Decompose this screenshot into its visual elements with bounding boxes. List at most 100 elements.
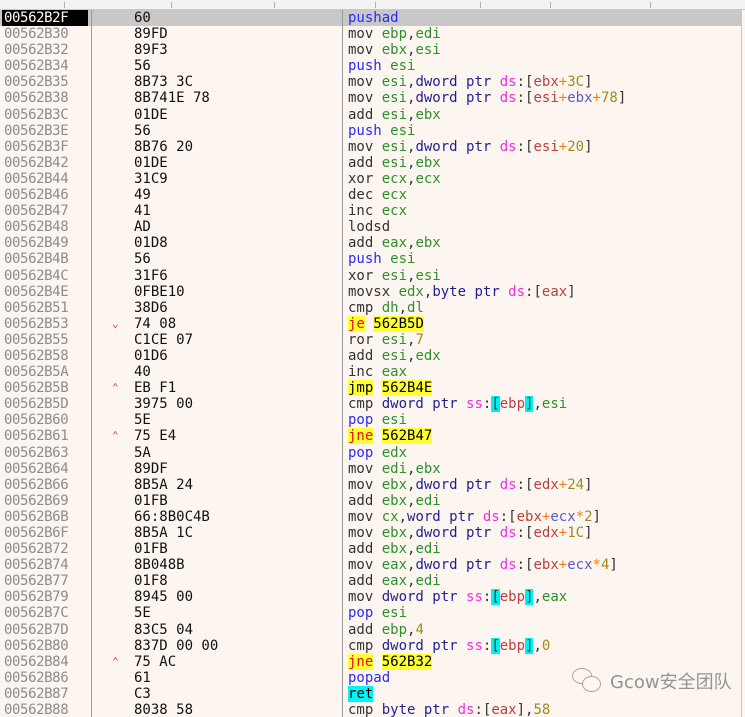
address-cell[interactable]: 00562B5B [4,380,90,396]
instruction-cell[interactable]: add ebx,edi [348,493,741,509]
column-resize-handle[interactable] [375,2,376,8]
disasm-row[interactable]: 00562B77 01F8 add eax,edi [0,573,741,589]
bytes-cell[interactable]: AD [134,219,334,235]
bytes-cell[interactable]: 5E [134,605,334,621]
address-cell[interactable]: 00562B2F [2,10,88,26]
instruction-cell[interactable]: mov cx,word ptr ds:[ebx+ecx*2] [348,509,741,525]
address-cell[interactable]: 00562B66 [4,477,90,493]
instruction-cell[interactable]: pop edx [348,445,741,461]
bytes-cell[interactable]: 89FD [134,26,334,42]
bytes-cell[interactable]: 49 [134,187,334,203]
instruction-cell[interactable]: xor ecx,ecx [348,171,741,187]
instruction-cell[interactable]: cmp byte ptr ds:[eax],58 [348,702,741,717]
address-cell[interactable]: 00562B4E [4,284,90,300]
bytes-cell[interactable]: 56 [134,251,334,267]
instruction-cell[interactable]: mov ebp,edi [348,26,741,42]
bytes-cell[interactable]: 01FB [134,541,334,557]
address-cell[interactable]: 00562B44 [4,171,90,187]
bytes-cell[interactable]: 83C5 04 [134,622,334,638]
instruction-cell[interactable]: add eax,ebx [348,235,741,251]
address-cell[interactable]: 00562B7C [4,605,90,621]
column-resize-handle[interactable] [650,2,651,8]
bytes-cell[interactable]: 8945 00 [134,589,334,605]
instruction-cell[interactable]: je 562B5D [348,315,741,332]
jump-target[interactable]: 562B32 [381,653,433,670]
disasm-row[interactable]: 00562B34 56 push esi [0,58,741,74]
instruction-cell[interactable]: lodsd [348,219,741,235]
disasm-row[interactable]: 00562B46 49 dec ecx [0,187,741,203]
address-cell[interactable]: 00562B4B [4,251,90,267]
disasm-row[interactable]: 00562B88 8038 58 cmp byte ptr ds:[eax],58 [0,702,741,717]
disasm-row[interactable]: 00562B4C 31F6 xor esi,esi [0,268,741,284]
disasm-row[interactable]: 00562B58 01D6 add esi,edx [0,348,741,364]
instruction-cell[interactable]: cmp dword ptr ss:[ebp],esi [348,396,741,413]
bytes-cell[interactable]: 75 AC [134,654,334,670]
instruction-cell[interactable]: mov esi,dword ptr ds:[ebx+3C] [348,74,741,90]
disasm-row[interactable]: 00562B55 C1CE 07 ror esi,7 [0,332,741,348]
instruction-cell[interactable]: dec ecx [348,187,741,203]
bytes-cell[interactable]: 40 [134,364,334,380]
instruction-cell[interactable]: jne 562B47 [348,428,741,445]
address-cell[interactable]: 00562B60 [4,412,90,428]
address-cell[interactable]: 00562B3E [4,123,90,139]
instruction-cell[interactable]: ror esi,7 [348,332,741,348]
address-cell[interactable]: 00562B35 [4,74,90,90]
jump-target[interactable]: 562B5D [373,315,424,332]
bytes-cell[interactable]: 75 E4 [134,428,334,444]
address-cell[interactable]: 00562B63 [4,445,90,461]
address-cell[interactable]: 00562B3C [4,107,90,123]
instruction-cell[interactable]: mov edi,ebx [348,461,741,477]
disasm-row[interactable]: 00562B74 8B048B mov eax,dword ptr ds:[ebx+… [0,557,741,573]
address-cell[interactable]: 00562B58 [4,348,90,364]
bytes-cell[interactable]: 56 [134,58,334,74]
disasm-row[interactable]: 00562B4E 0FBE10 movsx edx,byte ptr ds:[eax… [0,284,741,300]
bytes-cell[interactable]: 38D6 [134,300,334,316]
address-cell[interactable]: 00562B64 [4,461,90,477]
disasm-row[interactable]: 00562B66 8B5A 24 mov ebx,dword ptr ds:[edx… [0,477,741,493]
address-cell[interactable]: 00562B32 [4,42,90,58]
column-resize-handle[interactable] [480,2,481,8]
disasm-row[interactable]: 00562B5B ⌃ EB F1 jmp 562B4E [0,380,741,397]
disasm-row[interactable]: 00562B72 01FB add ebx,edi [0,541,741,557]
bytes-cell[interactable]: 8B048B [134,557,334,573]
address-cell[interactable]: 00562B87 [4,686,90,702]
instruction-cell[interactable]: push esi [348,251,741,267]
disasm-row[interactable]: 00562B47 41 inc ecx [0,203,741,219]
bytes-cell[interactable]: 89F3 [134,42,334,58]
column-header-strip[interactable] [0,0,745,10]
address-cell[interactable]: 00562B53 [4,316,90,332]
address-cell[interactable]: 00562B79 [4,589,90,605]
address-cell[interactable]: 00562B46 [4,187,90,203]
bytes-cell[interactable]: 8B741E 78 [134,90,334,106]
bytes-cell[interactable]: 01FB [134,493,334,509]
column-resize-handle[interactable] [274,2,275,8]
instruction-cell[interactable]: inc eax [348,364,741,380]
instruction-cell[interactable]: add eax,edi [348,573,741,589]
disasm-row[interactable]: 00562B6F 8B5A 1C mov ebx,dword ptr ds:[edx… [0,525,741,541]
disasm-row[interactable]: 00562B3F 8B76 20 mov esi,dword ptr ds:[esi… [0,139,741,155]
disasm-row[interactable]: 00562B7C 5E pop esi [0,605,741,621]
bytes-cell[interactable]: 56 [134,123,334,139]
instruction-cell[interactable]: push esi [348,58,741,74]
disasm-row[interactable]: 00562B42 01DE add esi,ebx [0,155,741,171]
instruction-cell[interactable]: cmp dword ptr ss:[ebp],0 [348,637,741,654]
address-cell[interactable]: 00562B77 [4,573,90,589]
address-cell[interactable]: 00562B72 [4,541,90,557]
address-cell[interactable]: 00562B49 [4,235,90,251]
address-cell[interactable]: 00562B6B [4,509,90,525]
address-cell[interactable]: 00562B48 [4,219,90,235]
bytes-cell[interactable]: C3 [134,686,334,702]
address-cell[interactable]: 00562B7D [4,622,90,638]
instruction-cell[interactable]: mov esi,dword ptr ds:[esi+ebx+78] [348,90,741,106]
address-cell[interactable]: 00562B4C [4,268,90,284]
disasm-row[interactable]: 00562B64 89DF mov edi,ebx [0,461,741,477]
instruction-cell[interactable]: xor esi,esi [348,268,741,284]
disasm-row[interactable]: 00562B69 01FB add ebx,edi [0,493,741,509]
disasm-row[interactable]: 00562B3C 01DE add esi,ebx [0,107,741,123]
bytes-cell[interactable]: 01D6 [134,348,334,364]
instruction-cell[interactable]: add esi,edx [348,348,741,364]
disasm-row[interactable]: 00562B60 5E pop esi [0,412,741,428]
address-cell[interactable]: 00562B61 [4,428,90,444]
address-cell[interactable]: 00562B34 [4,58,90,74]
jump-target[interactable]: 562B4E [381,380,433,397]
